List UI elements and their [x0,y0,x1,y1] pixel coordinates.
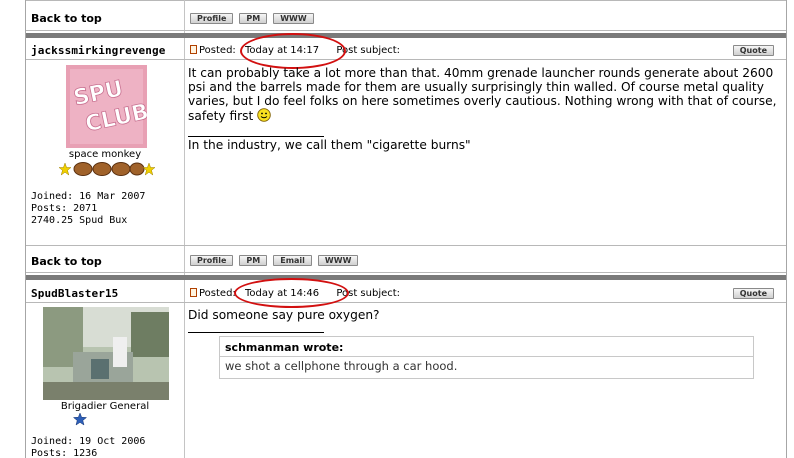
pm-button[interactable]: PM [239,13,268,24]
quote-text: we shot a cellphone through a car hood. [220,356,753,378]
smiley-icon [257,108,271,122]
avatar [43,307,169,400]
row-divider [26,0,786,1]
spud-bux: 2740.25 Spud Bux [31,215,128,226]
row-divider [26,245,786,246]
posted-label: Posted: [199,45,236,56]
quote-divider [188,332,324,333]
profile-button[interactable]: Profile [190,13,234,24]
quote-button[interactable]: Quote [732,45,774,56]
row-divider [26,302,786,303]
post-count: Posts: 2071 [31,203,98,214]
post-body: Did someone say pure oxygen? [188,308,380,322]
post-body: It can probably take a lot more than tha… [188,66,784,123]
quote-author: schmanman wrote: [225,341,344,354]
post-header: Posted: Today at 14:17 Post subject: [190,45,400,56]
post-count: Posts: 1236 [31,448,98,458]
signature-divider [188,136,324,137]
profile-button[interactable]: Profile [190,255,234,266]
www-button[interactable]: WWW [273,13,314,24]
joined-date: Joined: 16 Mar 2007 [31,191,146,202]
post-subject-label: Post subject: [336,45,401,56]
user-rank: space monkey [68,149,142,160]
posted-label: Posted: [199,288,236,299]
rank-images [58,161,156,177]
column-divider [184,280,185,458]
post-time: Today at 14:17 [244,45,320,56]
back-to-top-link[interactable]: Back to top [31,255,102,268]
joined-date: Joined: 19 Oct 2006 [31,436,146,447]
post-icon [190,288,197,297]
email-button[interactable]: Email [273,255,312,266]
post-subject-label: Post subject: [336,288,401,299]
column-divider [184,0,185,33]
row-divider [26,59,786,60]
post-separator [26,275,786,280]
pm-button[interactable]: PM [239,255,268,266]
post-icon [190,45,197,54]
row-divider [26,272,786,273]
post-time: Today at 14:46 [244,288,320,299]
star-icon [72,411,88,426]
post-separator [26,33,786,38]
post-author[interactable]: jackssmirkingrevenge [31,44,165,57]
back-to-top-link[interactable]: Back to top [31,12,102,25]
post-text: It can probably take a lot more than tha… [188,66,777,123]
quote-block: schmanman wrote: we shot a cellphone thr… [219,336,754,379]
signature: In the industry, we call them "cigarette… [188,138,471,152]
user-stats: Joined: 16 Mar 2007 Posts: 2071 2740.25 … [31,191,145,227]
forum-thread: Back to top Profile PM WWW jackssmirkingre… [25,0,787,458]
row-divider [26,30,786,31]
column-divider [184,38,185,275]
user-stats: Joined: 19 Oct 2006 Posts: 1236 [31,436,145,458]
quote-button[interactable]: Quote [732,288,774,299]
avatar: SPU CLUB [66,65,151,148]
post-header: Posted: Today at 14:46 Post subject: [190,288,400,299]
post-author[interactable]: SpudBlaster15 [31,287,118,300]
user-rank: Brigadier General [60,401,150,412]
www-button[interactable]: WWW [317,255,359,266]
